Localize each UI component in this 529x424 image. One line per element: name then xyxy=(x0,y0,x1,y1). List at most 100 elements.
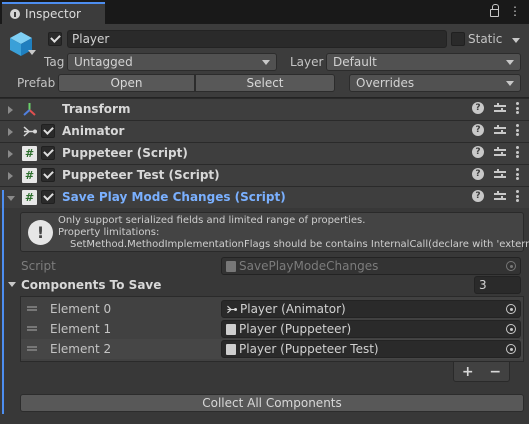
component-save-play-mode-changes[interactable]: # Save Play Mode Changes (Script) ? xyxy=(0,186,529,208)
prefab-overrides-dropdown[interactable]: Overrides xyxy=(349,74,521,92)
animator-icon xyxy=(227,305,237,313)
drag-handle-icon[interactable] xyxy=(27,326,37,328)
chevron-down-icon xyxy=(262,59,270,65)
component-title: Puppeteer Test (Script) xyxy=(62,168,220,182)
list-item[interactable]: Element 1 Player (Puppeteer) xyxy=(21,319,523,339)
chevron-down-icon xyxy=(506,59,514,65)
foldout-arrow-icon[interactable] xyxy=(8,150,13,158)
component-title: Puppeteer (Script) xyxy=(62,146,188,160)
list-label: Components To Save xyxy=(21,278,162,292)
add-element-button[interactable]: + xyxy=(462,364,474,380)
tab-label: Inspector xyxy=(25,7,81,21)
list-item[interactable]: Element 0 Player (Animator) xyxy=(21,299,523,319)
chevron-down-icon xyxy=(506,80,514,86)
context-menu-icon[interactable] xyxy=(516,168,519,180)
script-label: Script xyxy=(21,259,56,273)
list-size-value: 3 xyxy=(479,278,487,292)
script-field: SavePlayModeChanges xyxy=(221,257,521,275)
help-icon[interactable]: ? xyxy=(472,124,484,136)
element-label: Element 1 xyxy=(50,322,112,336)
presets-icon[interactable] xyxy=(494,190,506,202)
help-icon[interactable]: ? xyxy=(472,146,484,158)
active-checkbox[interactable] xyxy=(48,32,62,46)
list-footer: + − xyxy=(453,362,510,382)
foldout-arrow-icon[interactable] xyxy=(8,128,13,136)
help-icon[interactable]: ? xyxy=(472,168,484,180)
help-line-2: Property limitations: xyxy=(58,227,160,238)
element-object-field[interactable]: Player (Puppeteer Test) xyxy=(221,340,521,358)
list-item[interactable]: Element 2 Player (Puppeteer Test) xyxy=(21,339,523,359)
component-puppeteer-test[interactable]: # Puppeteer Test (Script) ? xyxy=(0,164,529,186)
element-label: Element 2 xyxy=(50,342,112,356)
collect-button-label: Collect All Components xyxy=(202,396,342,410)
component-enabled-checkbox[interactable] xyxy=(41,146,55,160)
presets-icon[interactable] xyxy=(494,102,506,114)
list-size-field[interactable]: 3 xyxy=(474,276,521,294)
context-menu-icon[interactable] xyxy=(516,124,519,136)
prefab-label: Prefab xyxy=(17,76,56,90)
selection-indicator xyxy=(2,190,4,414)
component-title: Transform xyxy=(62,102,131,116)
drag-handle-icon[interactable] xyxy=(27,346,37,348)
open-label: Open xyxy=(110,76,143,90)
element-value: Player (Animator) xyxy=(240,302,346,316)
tag-value: Untagged xyxy=(74,55,133,69)
element-label: Element 0 xyxy=(50,302,112,316)
transform-icon xyxy=(22,102,37,117)
window-menu-button[interactable]: ⋮ xyxy=(509,4,521,18)
remove-element-button[interactable]: − xyxy=(489,364,501,380)
script-icon xyxy=(226,323,236,335)
context-menu-icon[interactable] xyxy=(516,190,519,202)
element-value: Player (Puppeteer) xyxy=(239,322,352,336)
icon-dropdown-arrow[interactable] xyxy=(28,50,36,55)
presets-icon[interactable] xyxy=(494,146,506,158)
component-enabled-checkbox[interactable] xyxy=(41,168,55,182)
list-foldout-icon[interactable] xyxy=(8,282,16,287)
static-checkbox[interactable] xyxy=(451,32,465,46)
static-dropdown-arrow[interactable] xyxy=(512,38,520,43)
help-icon[interactable]: ? xyxy=(472,102,484,114)
component-animator[interactable]: Animator ? xyxy=(0,120,529,142)
gameobject-header: Player Static Tag Untagged Layer Default… xyxy=(0,24,529,98)
component-puppeteer[interactable]: # Puppeteer (Script) ? xyxy=(0,142,529,164)
presets-icon[interactable] xyxy=(494,124,506,136)
presets-icon[interactable] xyxy=(494,168,506,180)
component-title: Animator xyxy=(62,124,125,138)
object-picker-icon[interactable] xyxy=(506,324,516,334)
script-field-value: SavePlayModeChanges xyxy=(239,259,379,273)
components-list: Element 0 Player (Animator) Element 1 Pl… xyxy=(20,296,524,362)
foldout-arrow-icon[interactable] xyxy=(8,106,13,114)
prefab-open-button[interactable]: Open xyxy=(58,74,195,92)
object-picker-icon[interactable] xyxy=(506,344,516,354)
lock-icon[interactable] xyxy=(490,4,499,17)
element-object-field[interactable]: Player (Animator) xyxy=(221,300,521,318)
select-label: Select xyxy=(246,76,284,90)
script-file-icon xyxy=(226,260,236,272)
tag-dropdown[interactable]: Untagged xyxy=(67,53,277,71)
object-picker-icon[interactable] xyxy=(506,304,516,314)
element-object-field[interactable]: Player (Puppeteer) xyxy=(221,320,521,338)
object-name-field[interactable]: Player xyxy=(67,30,447,48)
script-icon xyxy=(226,343,236,355)
layer-dropdown[interactable]: Default xyxy=(326,53,521,71)
context-menu-icon[interactable] xyxy=(516,102,519,114)
layer-value: Default xyxy=(333,55,377,69)
script-icon: # xyxy=(22,190,37,205)
collect-all-components-button[interactable]: Collect All Components xyxy=(20,394,524,412)
static-label: Static xyxy=(468,32,503,46)
object-name-text: Player xyxy=(72,32,110,46)
info-icon xyxy=(10,9,20,19)
component-enabled-checkbox[interactable] xyxy=(41,124,55,138)
layer-label: Layer xyxy=(290,55,324,69)
overrides-label: Overrides xyxy=(356,76,415,90)
context-menu-icon[interactable] xyxy=(516,146,519,158)
help-icon[interactable]: ? xyxy=(472,190,484,202)
foldout-arrow-icon[interactable] xyxy=(7,196,15,201)
foldout-arrow-icon[interactable] xyxy=(8,172,13,180)
drag-handle-icon[interactable] xyxy=(27,306,37,308)
tab-inspector[interactable]: Inspector xyxy=(2,2,105,24)
component-transform[interactable]: Transform ? xyxy=(0,98,529,120)
element-value: Player (Puppeteer Test) xyxy=(239,342,379,356)
component-enabled-checkbox[interactable] xyxy=(41,190,55,204)
prefab-select-button[interactable]: Select xyxy=(195,74,335,92)
